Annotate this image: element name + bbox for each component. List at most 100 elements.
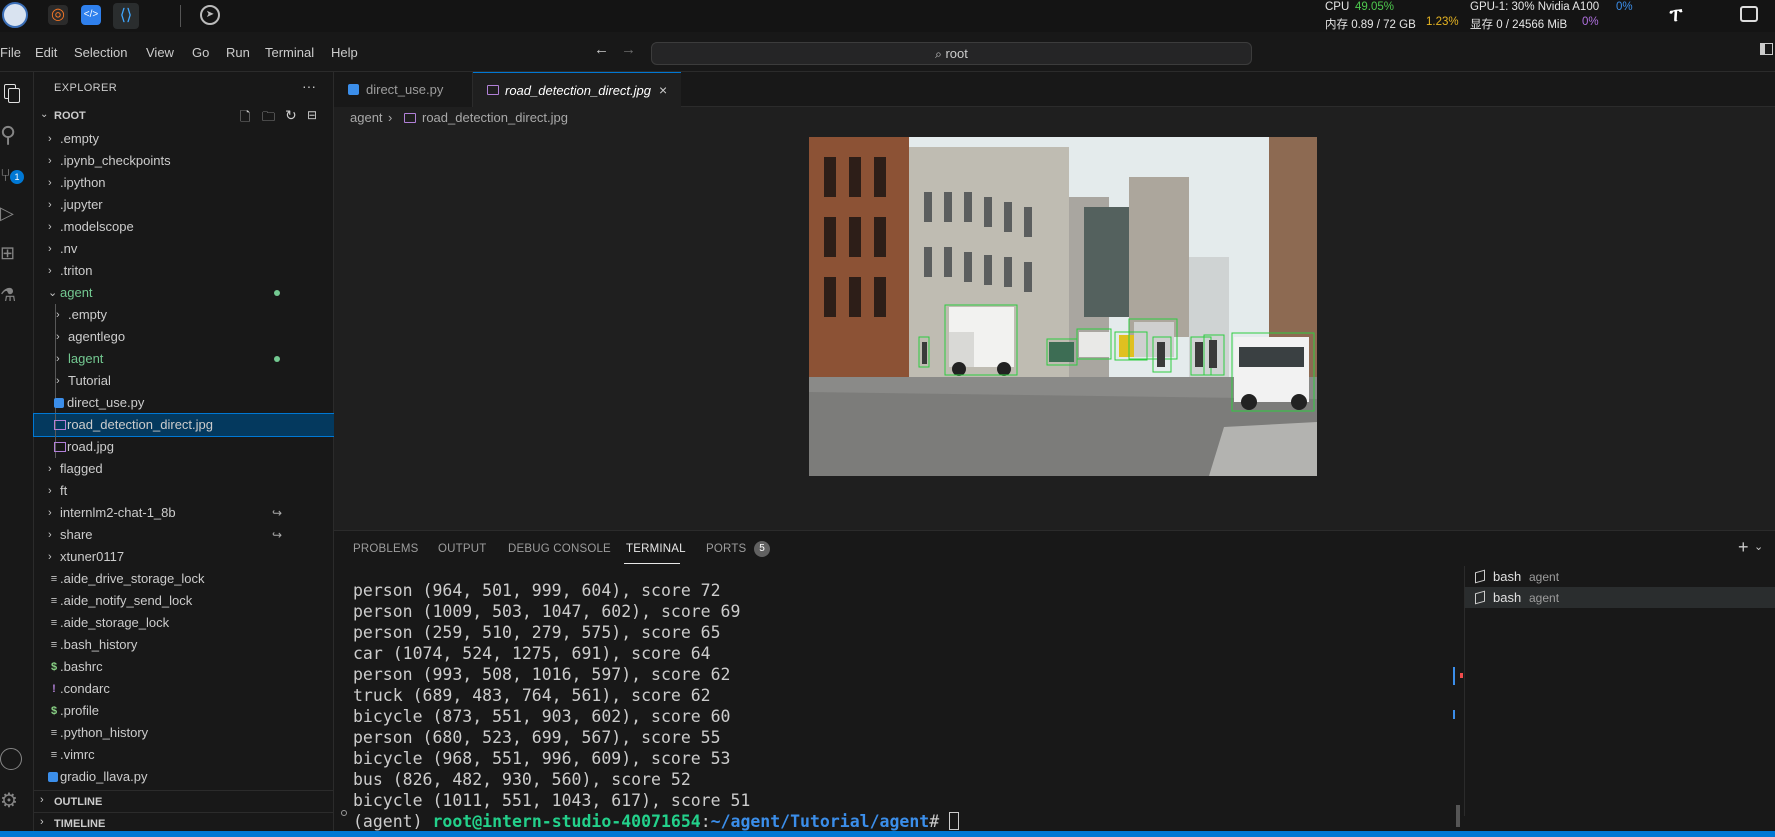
chevron-right-icon: ›: [48, 507, 52, 519]
menu-help[interactable]: Help: [331, 45, 358, 60]
new-folder-icon[interactable]: 🗀: [262, 108, 275, 130]
tree-item[interactable]: ≡ .vimrc: [34, 744, 334, 766]
root-section-header[interactable]: ⌄ ROOT 🗋 🗀 ↻ ⊟: [34, 106, 334, 128]
account-icon[interactable]: [0, 748, 22, 770]
terminal-item[interactable]: bash agent: [1465, 566, 1775, 587]
terminal-scrollbar[interactable]: [1456, 805, 1460, 827]
tree-item-label: .python_history: [60, 725, 149, 740]
vram-value: 0%: [1582, 16, 1599, 28]
tab-output[interactable]: OUTPUT: [438, 543, 486, 555]
menu-terminal[interactable]: Terminal: [265, 45, 314, 60]
tree-item[interactable]: ! .condarc: [34, 678, 334, 700]
terminal-output[interactable]: person (964, 501, 999, 604), score 72 per…: [341, 580, 1453, 835]
tree-item[interactable]: ≡ .aide_storage_lock: [34, 612, 334, 634]
chevron-down-icon[interactable]: ⌄: [1754, 540, 1763, 553]
close-icon[interactable]: ×: [659, 73, 667, 108]
modified-dot: [274, 356, 280, 362]
terminal-item-active[interactable]: bash agent: [1465, 587, 1775, 608]
tree-item[interactable]: ⌄ agent: [34, 282, 334, 304]
tree-item[interactable]: › .ipynb_checkpoints: [34, 150, 334, 172]
terminal-prompt[interactable]: (agent) root@intern-studio-40071654:~/ag…: [353, 811, 1453, 832]
prompt-sep: :: [700, 812, 711, 831]
testing-icon[interactable]: ⚗: [0, 284, 22, 306]
menu-go[interactable]: Go: [192, 45, 209, 60]
jupyter-app-icon[interactable]: ◎: [48, 5, 68, 25]
tree-item[interactable]: $ .profile: [34, 700, 334, 722]
road-detection-image[interactable]: [809, 137, 1317, 476]
terminal-cwd: agent: [1529, 570, 1560, 584]
breadcrumb-file[interactable]: road_detection_direct.jpg: [422, 107, 568, 129]
back-arrow-icon[interactable]: ←: [594, 41, 609, 58]
cpu-value: 49.05%: [1355, 1, 1395, 13]
menu-file[interactable]: File: [0, 45, 21, 60]
menu-edit[interactable]: Edit: [35, 45, 57, 60]
tree-item-label: .aide_storage_lock: [60, 615, 170, 630]
code-app-icon[interactable]: </>: [81, 5, 101, 25]
forward-arrow-icon[interactable]: →: [621, 41, 636, 58]
tree-item-label: .bash_history: [60, 637, 138, 652]
tree-item[interactable]: › lagent: [34, 348, 334, 370]
menu-view[interactable]: View: [146, 45, 174, 60]
tree-item[interactable]: $ .bashrc: [34, 656, 334, 678]
collapse-all-icon[interactable]: ⊟: [307, 108, 317, 122]
tree-item[interactable]: › .triton: [34, 260, 334, 282]
modified-dot: [274, 290, 280, 296]
tab-problems[interactable]: PROBLEMS: [353, 543, 419, 555]
tree-item-label: .modelscope: [60, 219, 134, 234]
tab-terminal[interactable]: TERMINAL: [626, 543, 686, 555]
tree-item-selected[interactable]: road_detection_direct.jpg: [33, 413, 335, 437]
tab-direct-use-py[interactable]: direct_use.py: [334, 72, 473, 107]
tree-item[interactable]: › .empty: [34, 304, 334, 326]
terminal-name: bash: [1493, 590, 1522, 605]
menu-run[interactable]: Run: [226, 45, 250, 60]
tree-item[interactable]: › .empty: [34, 128, 334, 150]
tab-ports[interactable]: PORTS: [706, 543, 746, 555]
tree-item[interactable]: › .jupyter: [34, 194, 334, 216]
tree-item[interactable]: › flagged: [34, 458, 334, 480]
tree-item[interactable]: › .ipython: [34, 172, 334, 194]
tree-item[interactable]: ≡ .python_history: [34, 722, 334, 744]
tree-item[interactable]: › share ↪: [34, 524, 334, 546]
screenshot-icon[interactable]: [1740, 6, 1758, 22]
explorer-icon[interactable]: [1, 82, 21, 104]
terminal-line: bicycle (1011, 551, 1043, 617), score 51: [353, 791, 751, 810]
root-label: ROOT: [54, 110, 86, 122]
tensorflow-icon[interactable]: ፐ: [1666, 5, 1686, 25]
tab-road-detection-direct-jpg[interactable]: road_detection_direct.jpg ×: [473, 72, 681, 107]
vram-label: 显存 0 / 24566 MiB: [1470, 19, 1568, 31]
tree-item[interactable]: ≡ .bash_history: [34, 634, 334, 656]
settings-gear-icon[interactable]: ⚙: [0, 790, 22, 812]
run-debug-icon[interactable]: ▷: [0, 202, 22, 224]
tree-item-label: .aide_drive_storage_lock: [60, 571, 205, 586]
outline-section[interactable]: › OUTLINE: [34, 790, 334, 812]
tree-item[interactable]: › .nv: [34, 238, 334, 260]
tree-item[interactable]: ≡ .aide_notify_send_lock: [34, 590, 334, 612]
search-activity-icon[interactable]: ⚲: [0, 124, 22, 146]
tree-item[interactable]: › ft: [34, 480, 334, 502]
app-logo-icon[interactable]: [2, 2, 28, 28]
refresh-icon[interactable]: ↻: [285, 107, 297, 124]
explorer-more-icon[interactable]: ···: [302, 78, 316, 94]
tree-item[interactable]: › xtuner0117: [34, 546, 334, 568]
menu-selection[interactable]: Selection: [74, 45, 127, 60]
tree-item[interactable]: › Tutorial: [34, 370, 334, 392]
tree-item[interactable]: gradio_llava.py: [34, 766, 334, 788]
tree-item[interactable]: direct_use.py: [34, 392, 334, 414]
tree-item-label: .empty: [68, 307, 108, 322]
tab-debug-console[interactable]: DEBUG CONSOLE: [508, 543, 611, 555]
tree-item[interactable]: › agentlego: [34, 326, 334, 348]
tree-item[interactable]: › internlm2-chat-1_8b ↪: [34, 502, 334, 524]
tree-item[interactable]: › .modelscope: [34, 216, 334, 238]
compass-icon[interactable]: ➤: [200, 5, 220, 25]
extensions-icon[interactable]: ⊞: [0, 242, 22, 264]
new-file-icon[interactable]: 🗋: [240, 108, 250, 130]
command-center-search[interactable]: ⌕ root: [651, 42, 1252, 65]
toggle-panel-icon[interactable]: [1760, 43, 1773, 55]
tree-item-label: agent: [60, 285, 93, 300]
tree-item[interactable]: ≡ .aide_drive_storage_lock: [34, 568, 334, 590]
breadcrumb-folder[interactable]: agent: [350, 107, 383, 129]
new-terminal-icon[interactable]: +: [1738, 537, 1749, 558]
prompt-env: (agent): [353, 812, 433, 831]
vscode-app-icon[interactable]: ⟨⟩: [113, 3, 139, 29]
tree-item[interactable]: road.jpg: [34, 436, 334, 458]
